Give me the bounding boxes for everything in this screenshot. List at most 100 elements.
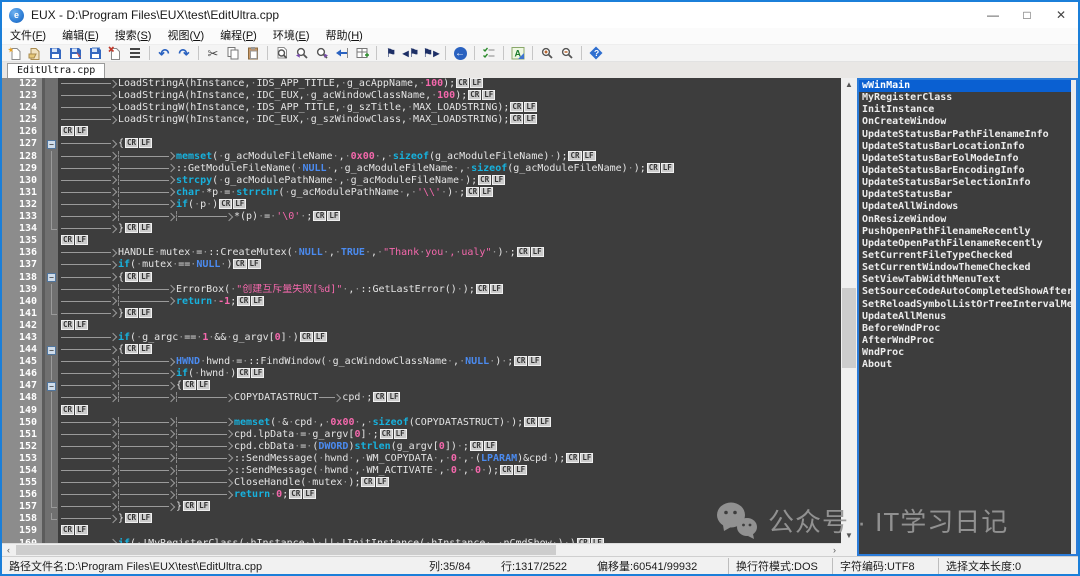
close-file-button[interactable] — [105, 45, 125, 61]
file-list-button[interactable] — [125, 45, 145, 61]
find-button[interactable] — [272, 45, 292, 61]
fold-margin[interactable]: − — [45, 272, 58, 284]
code-text[interactable]: LoadStringW(hInstance,·IDC_EUX,·g_szWind… — [58, 114, 841, 126]
vertical-scroll-thumb[interactable] — [842, 288, 856, 368]
symbols-scrollbar[interactable] — [1071, 80, 1076, 554]
menu-item-5[interactable]: 环境(E) — [265, 28, 318, 44]
code-text[interactable]: {CRLF — [58, 272, 841, 284]
code-text[interactable]: ::SendMessage(·hwnd·,·WM_COPYDATA·,·0·,·… — [58, 453, 841, 465]
code-editor[interactable]: 122LoadStringA(hInstance,·IDS_APP_TITLE,… — [2, 78, 841, 543]
symbol-item-wWinMain[interactable]: wWinMain — [859, 80, 1076, 92]
vertical-scroll-track[interactable]: ▲ ▼ — [841, 78, 857, 543]
code-text[interactable]: if(·mutex·==·NULL·)CRLF — [58, 259, 841, 271]
close-button[interactable]: ✕ — [1044, 2, 1078, 28]
minimize-button[interactable]: — — [976, 2, 1010, 28]
find-next-button[interactable] — [312, 45, 332, 61]
cut-button[interactable]: ✂ — [203, 45, 223, 61]
symbol-item-AfterWndProc[interactable]: AfterWndProc — [859, 335, 1076, 347]
tab-editultra-cpp[interactable]: EditUltra.cpp — [7, 63, 105, 78]
symbol-item-MyRegisterClass[interactable]: MyRegisterClass — [859, 92, 1076, 104]
code-text[interactable]: *(p)·=·'\0'·;CRLF — [58, 211, 841, 223]
code-text[interactable]: return·0;CRLF — [58, 489, 841, 501]
undo-button[interactable]: ↶ — [154, 45, 174, 61]
symbol-item-SetReloadSymbolListOrTreeIntervalMe[interactable]: SetReloadSymbolListOrTreeIntervalMe — [859, 299, 1076, 311]
horizontal-scrollbar[interactable]: ‹ › — [2, 543, 841, 556]
symbol-item-UpdateStatusBar[interactable]: UpdateStatusBar — [859, 189, 1076, 201]
open-file-button[interactable] — [25, 45, 45, 61]
bookmark-next-button[interactable]: ⚑▶ — [421, 45, 441, 61]
code-text[interactable]: if(·hwnd·)CRLF — [58, 368, 841, 380]
code-text[interactable]: LoadStringA(hInstance,·IDS_APP_TITLE,·g_… — [58, 78, 841, 90]
symbol-item-UpdateOpenPathFilenameRecently[interactable]: UpdateOpenPathFilenameRecently — [859, 238, 1076, 250]
symbol-item-SetCurrentWindowThemeChecked[interactable]: SetCurrentWindowThemeChecked — [859, 262, 1076, 274]
code-text[interactable]: CloseHandle(·mutex·);CRLF — [58, 477, 841, 489]
save-file-as-button[interactable] — [65, 45, 85, 61]
redo-button[interactable]: ↷ — [174, 45, 194, 61]
maximize-button[interactable]: □ — [1010, 2, 1044, 28]
code-text[interactable]: CRLF — [58, 405, 841, 417]
symbol-item-PushOpenPathFilenameRecently[interactable]: PushOpenPathFilenameRecently — [859, 226, 1076, 238]
zoom-in-button[interactable] — [537, 45, 557, 61]
find-prev-button[interactable] — [292, 45, 312, 61]
menu-item-3[interactable]: 视图(V) — [159, 28, 212, 44]
goto-line-button[interactable] — [332, 45, 352, 61]
code-text[interactable]: cpd.cbData·=·(DWORD)strlen(g_argv[0])·;C… — [58, 441, 841, 453]
scroll-up-icon[interactable]: ▲ — [841, 78, 857, 92]
scroll-left-icon[interactable]: ‹ — [2, 544, 15, 556]
save-all-button[interactable] — [85, 45, 105, 61]
code-text[interactable]: strcpy(·g_acModulePathName·,·g_acModuleF… — [58, 175, 841, 187]
code-text[interactable]: COPYDATASTRUCTcpd·;CRLF — [58, 392, 841, 404]
symbol-item-UpdateStatusBarSelectionInfo[interactable]: UpdateStatusBarSelectionInfo — [859, 177, 1076, 189]
symbol-item-WndProc[interactable]: WndProc — [859, 347, 1076, 359]
navigate-back-button[interactable]: ← — [450, 45, 470, 61]
code-text[interactable]: }CRLF — [58, 501, 841, 513]
code-text[interactable]: {CRLF — [58, 380, 841, 392]
scroll-right-icon[interactable]: › — [828, 544, 841, 556]
symbol-item-UpdateStatusBarLocationInfo[interactable]: UpdateStatusBarLocationInfo — [859, 141, 1076, 153]
view-symbols-button[interactable] — [479, 45, 499, 61]
new-file-button[interactable] — [5, 45, 25, 61]
menu-item-0[interactable]: 文件(F) — [2, 28, 54, 44]
copy-button[interactable] — [223, 45, 243, 61]
code-text[interactable]: if(·g_argc·==·1·&&·g_argv[0]·)CRLF — [58, 332, 841, 344]
code-text[interactable]: return·-1;CRLF — [58, 296, 841, 308]
symbol-item-SetSourceCodeAutoCompletedShowAfter[interactable]: SetSourceCodeAutoCompletedShowAfter — [859, 286, 1076, 298]
menu-item-6[interactable]: 帮助(H) — [318, 28, 371, 44]
symbol-item-InitInstance[interactable]: InitInstance — [859, 104, 1076, 116]
code-text[interactable]: CRLF — [58, 320, 841, 332]
code-text[interactable]: }CRLF — [58, 223, 841, 235]
code-text[interactable]: memset(·&·cpd·,·0x00·,·sizeof(COPYDATAST… — [58, 417, 841, 429]
symbol-item-UpdateStatusBarEncodingInfo[interactable]: UpdateStatusBarEncodingInfo — [859, 165, 1076, 177]
fold-margin[interactable]: − — [45, 138, 58, 150]
save-file-button[interactable] — [45, 45, 65, 61]
symbol-item-OnResizeWindow[interactable]: OnResizeWindow — [859, 214, 1076, 226]
bookmark-prev-button[interactable]: ◀⚑ — [401, 45, 421, 61]
code-text[interactable]: HWND·hwnd·=·::FindWindow(·g_acWindowClas… — [58, 356, 841, 368]
code-text[interactable]: }CRLF — [58, 308, 841, 320]
code-text[interactable]: HANDLE·mutex·=·::CreateMutex(·NULL·,·TRU… — [58, 247, 841, 259]
code-text[interactable]: {CRLF — [58, 138, 841, 150]
menu-item-1[interactable]: 编辑(E) — [54, 28, 107, 44]
code-text[interactable]: CRLF — [58, 235, 841, 247]
menu-item-4[interactable]: 编程(P) — [212, 28, 265, 44]
code-text[interactable]: ::SendMessage(·hwnd·,·WM_ACTIVATE·,·0·,·… — [58, 465, 841, 477]
code-text[interactable]: ::GetModuleFileName(·NULL·,·g_acModuleFi… — [58, 163, 841, 175]
code-text[interactable]: }CRLF — [58, 513, 841, 525]
vertical-scrollbar[interactable]: ▲ ▼ — [841, 78, 857, 556]
code-text[interactable]: char·*p·=·strrchr(·g_acModulePathName·,·… — [58, 187, 841, 199]
symbol-item-UpdateStatusBarEolModeInfo[interactable]: UpdateStatusBarEolModeInfo — [859, 153, 1076, 165]
replace-grid-button[interactable] — [352, 45, 372, 61]
symbol-item-OnCreateWindow[interactable]: OnCreateWindow — [859, 116, 1076, 128]
symbol-item-SetCurrentFileTypeChecked[interactable]: SetCurrentFileTypeChecked — [859, 250, 1076, 262]
code-text[interactable]: LoadStringA(hInstance,·IDC_EUX,·g_acWind… — [58, 90, 841, 102]
fold-margin[interactable]: − — [45, 380, 58, 392]
syntax-color-button[interactable]: A — [508, 45, 528, 61]
scroll-down-icon[interactable]: ▼ — [841, 529, 857, 543]
symbol-item-BeforeWndProc[interactable]: BeforeWndProc — [859, 323, 1076, 335]
fold-margin[interactable]: − — [45, 344, 58, 356]
bookmark-toggle-button[interactable]: ⚑ — [381, 45, 401, 61]
symbol-item-About[interactable]: About — [859, 359, 1076, 371]
code-text[interactable]: CRLF — [58, 126, 841, 138]
symbol-item-SetViewTabWidthMenuText[interactable]: SetViewTabWidthMenuText — [859, 274, 1076, 286]
code-text[interactable]: CRLF — [58, 525, 841, 537]
